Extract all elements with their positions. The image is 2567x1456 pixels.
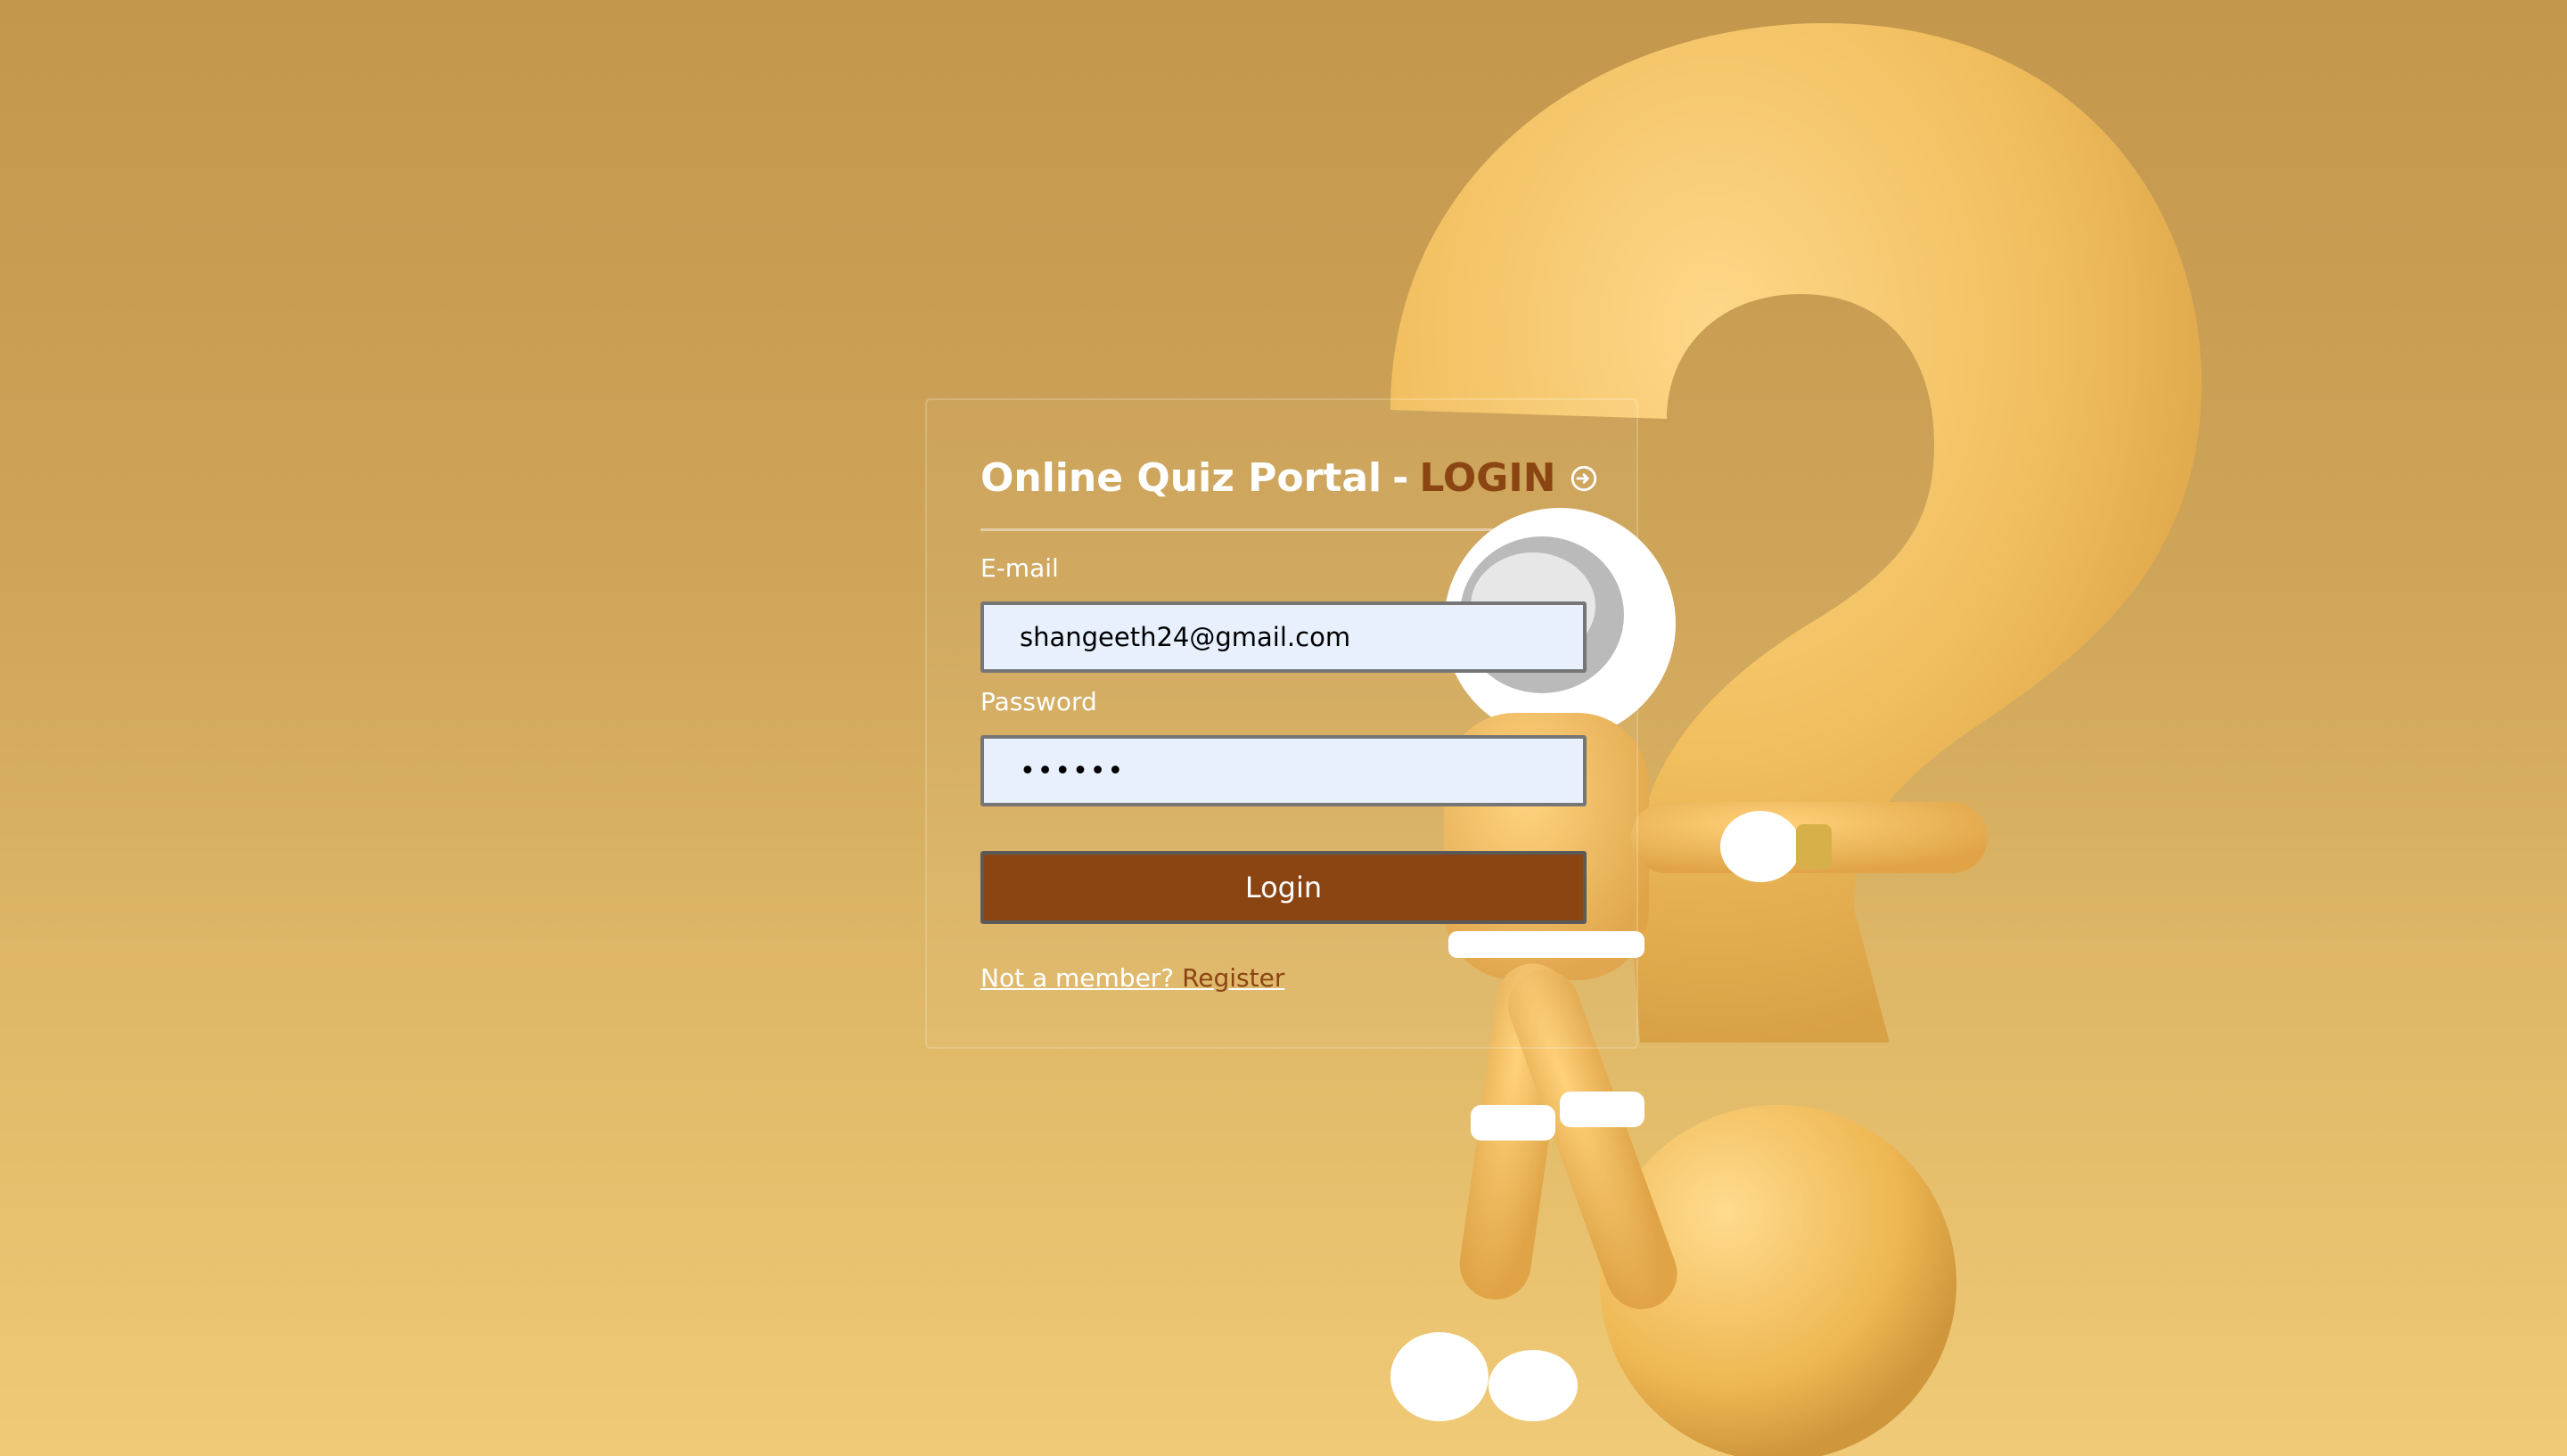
password-field[interactable]: •••••• bbox=[980, 735, 1587, 806]
title-separator: - bbox=[1392, 455, 1409, 501]
login-card: Online Quiz Portal - LOGIN E-mail shange… bbox=[925, 398, 1638, 1049]
title-divider bbox=[980, 528, 1587, 531]
register-link[interactable]: Register bbox=[1182, 963, 1284, 993]
password-label: Password bbox=[980, 687, 1097, 716]
title-accent: LOGIN bbox=[1419, 455, 1556, 501]
login-button[interactable]: Login bbox=[980, 851, 1587, 924]
page-title: Online Quiz Portal - LOGIN bbox=[980, 455, 1599, 501]
title-main: Online Quiz Portal bbox=[980, 455, 1382, 501]
login-circle-icon bbox=[1571, 465, 1596, 491]
email-field[interactable]: shangeeth24@gmail.com bbox=[980, 601, 1587, 673]
email-label: E-mail bbox=[980, 553, 1059, 583]
register-prompt[interactable]: Not a member? Register bbox=[980, 963, 1284, 993]
not-member-text[interactable]: Not a member? bbox=[980, 963, 1174, 993]
